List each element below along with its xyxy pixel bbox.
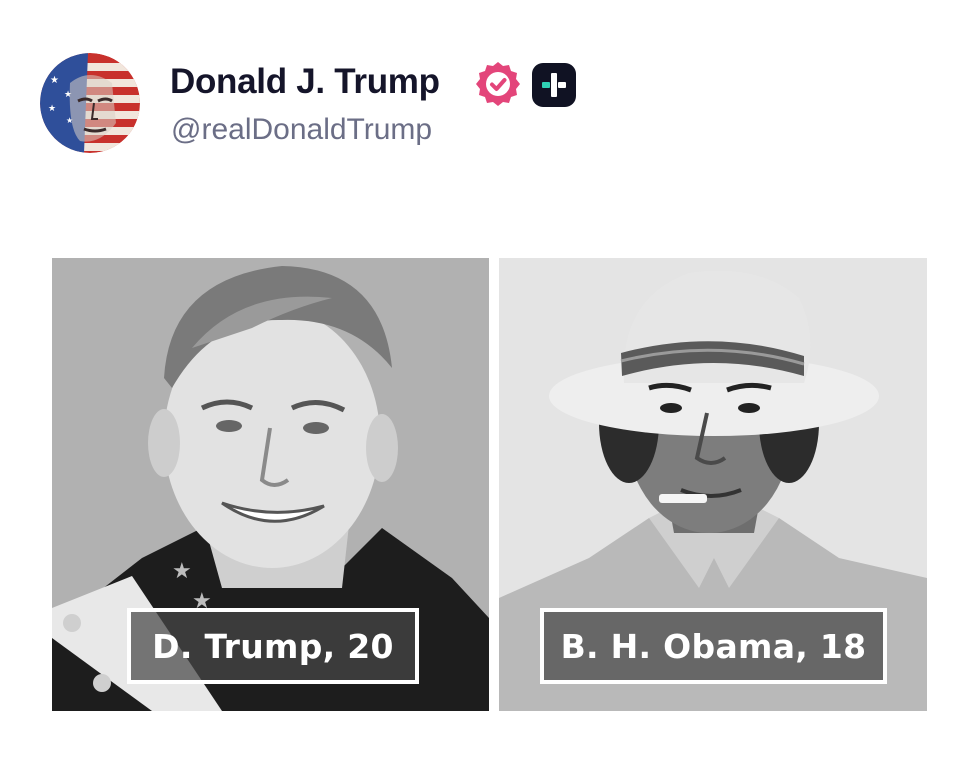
svg-text:★: ★	[50, 75, 59, 86]
avatar-image: ★ ★ ★ ★	[40, 53, 140, 153]
avatar[interactable]: ★ ★ ★ ★	[40, 53, 140, 153]
right-photo-caption: B. H. Obama, 18	[540, 608, 887, 684]
left-photo-caption: D. Trump, 20	[127, 608, 419, 684]
post-card: ★ ★ ★ ★ Donald J. Trump @realDonaldTrump…	[0, 0, 980, 781]
plus-badge-icon	[532, 63, 576, 107]
verified-badge-icon	[474, 60, 522, 108]
svg-text:★: ★	[48, 104, 56, 114]
author-display-name[interactable]: Donald J. Trump	[170, 62, 440, 102]
author-handle[interactable]: @realDonaldTrump	[171, 113, 432, 147]
svg-text:★: ★	[172, 559, 192, 584]
